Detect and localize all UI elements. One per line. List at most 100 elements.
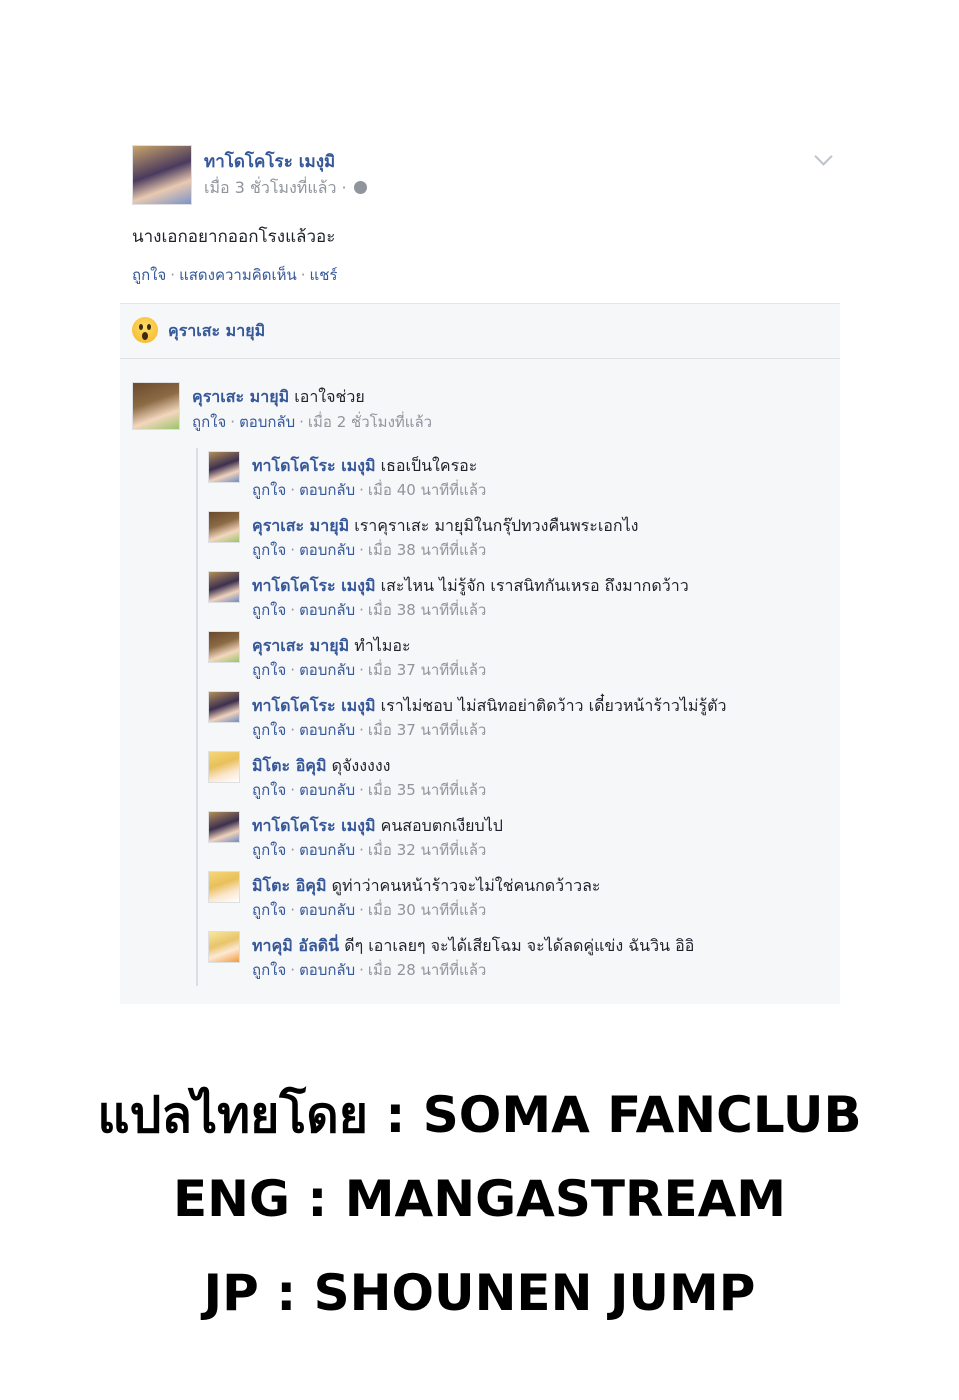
separator: · xyxy=(290,961,296,979)
reply-link[interactable]: ตอบกลับ xyxy=(299,601,355,619)
separator: · xyxy=(290,901,296,919)
reply-time[interactable]: เมื่อ 40 นาทีที่แล้ว xyxy=(368,481,486,499)
reply-link[interactable]: ตอบกลับ xyxy=(299,541,355,559)
reply-text: เราไม่ชอบ ไม่สนิทอย่าติดว้าว เดี๋ยวหน้าร… xyxy=(380,696,727,715)
replier-name[interactable]: ทาโดโคโระ เมงุมิ xyxy=(252,576,376,595)
reply-link[interactable]: ตอบกลับ xyxy=(299,841,355,859)
replier-name[interactable]: ทาคุมิ อัลดินี่ xyxy=(252,936,339,955)
reply-comment: ทาโดโคโระ เมงุมิ เสะไหน ไม่รู้จัก เราสนิ… xyxy=(208,571,828,623)
comments-area: คุราเสะ มายุมิ คุราเสะ มายุมิ เอาใจช่วย … xyxy=(120,303,840,1004)
commenter-name[interactable]: คุราเสะ มายุมิ xyxy=(192,387,289,406)
separator: · xyxy=(359,721,364,739)
replier-name[interactable]: คุราเสะ มายุมิ xyxy=(252,516,349,535)
replier-name[interactable]: มิโตะ อิคุมิ xyxy=(252,876,327,895)
reply-thread-line xyxy=(196,448,198,986)
reply-text: คนสอบตกเงียบไป xyxy=(380,816,503,835)
like-link[interactable]: ถูกใจ xyxy=(252,901,286,919)
replier-avatar[interactable] xyxy=(208,931,240,963)
like-link[interactable]: ถูกใจ xyxy=(192,413,226,431)
reply-time[interactable]: เมื่อ 28 นาทีที่แล้ว xyxy=(368,961,486,979)
separator: · xyxy=(290,841,296,859)
like-link[interactable]: ถูกใจ xyxy=(252,661,286,679)
reply-link[interactable]: ตอบกลับ xyxy=(299,901,355,919)
reply-time[interactable]: เมื่อ 38 นาทีที่แล้ว xyxy=(368,541,486,559)
separator: · xyxy=(359,961,364,979)
reply-link[interactable]: ตอบกลับ xyxy=(299,481,355,499)
post-text: นางเอกอยากออกโรงแล้วอะ xyxy=(132,227,336,247)
reply-text: เราคุราเสะ มายุมิในกรุ๊ปทวงคืนพระเอกไง xyxy=(354,516,639,535)
facebook-post: ทาโดโคโระ เมงุมิ เมื่อ 3 ชั่วโมงที่แล้ว … xyxy=(120,130,840,1004)
reply-comment: ทาคุมิ อัลดินี่ ดีๆ เอาเลยๆ จะได้เสียโฉม… xyxy=(208,931,828,983)
reactor-name[interactable]: คุราเสะ มายุมิ xyxy=(168,319,265,344)
author-avatar[interactable] xyxy=(132,145,192,205)
reply-comment: ทาโดโคโระ เมงุมิ เราไม่ชอบ ไม่สนิทอย่าติ… xyxy=(208,691,828,743)
like-link[interactable]: ถูกใจ xyxy=(252,781,286,799)
replier-name[interactable]: ทาโดโคโระ เมงุมิ xyxy=(252,816,376,835)
comment-text: เอาใจช่วย xyxy=(294,387,365,406)
replier-name[interactable]: คุราเสะ มายุมิ xyxy=(252,636,349,655)
reply-time[interactable]: เมื่อ 35 นาทีที่แล้ว xyxy=(368,781,486,799)
separator: · xyxy=(290,541,296,559)
separator: · xyxy=(359,661,364,679)
reply-link[interactable]: ตอบกลับ xyxy=(299,661,355,679)
like-link[interactable]: ถูกใจ xyxy=(252,961,286,979)
separator: · xyxy=(290,601,296,619)
replier-name[interactable]: มิโตะ อิคุมิ xyxy=(252,756,327,775)
reply-time[interactable]: เมื่อ 38 นาทีที่แล้ว xyxy=(368,601,486,619)
author-name[interactable]: ทาโดโคโระ เมงุมิ xyxy=(204,148,335,175)
separator: · xyxy=(290,661,296,679)
like-link[interactable]: ถูกใจ xyxy=(252,721,286,739)
reactions-bar: คุราเสะ มายุมิ xyxy=(120,304,840,359)
like-link[interactable]: ถูกใจ xyxy=(252,481,286,499)
reply-text: เสะไหน ไม่รู้จัก เราสนิทกันเหรอ ถึงมากดว… xyxy=(380,576,689,595)
reply-link[interactable]: ตอบกลับ xyxy=(299,721,355,739)
reply-comment: มิโตะ อิคุมิ ดูท่าว่าคนหน้าร้าวจะไม่ใช่ค… xyxy=(208,871,828,923)
comment-time[interactable]: เมื่อ 2 ชั่วโมงที่แล้ว xyxy=(308,413,432,431)
reply-time[interactable]: เมื่อ 37 นาทีที่แล้ว xyxy=(368,661,486,679)
reply-text: ทำไมอะ xyxy=(354,636,411,655)
like-link[interactable]: ถูกใจ xyxy=(252,601,286,619)
like-link[interactable]: ถูกใจ xyxy=(252,541,286,559)
reply-link[interactable]: ตอบกลับ xyxy=(239,413,295,431)
reply-comment: ทาโดโคโระ เมงุมิ เธอเป็นใครอะ ถูกใจ · ตอบกล… xyxy=(208,451,828,503)
reply-time[interactable]: เมื่อ 30 นาทีที่แล้ว xyxy=(368,901,486,919)
separator: · xyxy=(290,781,296,799)
separator: · xyxy=(359,481,364,499)
reply-comment: คุราเสะ มายุมิ ทำไมอะ ถูกใจ · ตอบกลับ · เมื่อ… xyxy=(208,631,828,683)
separator: · xyxy=(300,266,306,284)
replier-avatar[interactable] xyxy=(208,451,240,483)
comment-link[interactable]: แสดงความคิดเห็น xyxy=(179,266,297,284)
replier-avatar[interactable] xyxy=(208,511,240,543)
reply-text: ดูท่าว่าคนหน้าร้าวจะไม่ใช่คนกดว้าวละ xyxy=(331,876,601,895)
separator: · xyxy=(359,601,364,619)
post-time-text[interactable]: เมื่อ 3 ชั่วโมงที่แล้ว · xyxy=(204,178,347,197)
post-actions: ถูกใจ · แสดงความคิดเห็น · แชร์ xyxy=(132,263,337,287)
reply-link[interactable]: ตอบกลับ xyxy=(299,781,355,799)
reply-comment: มิโตะ อิคุมิ ดุจังงงงง ถูกใจ · ตอบกลับ · เมื่… xyxy=(208,751,828,803)
replier-avatar[interactable] xyxy=(208,691,240,723)
credit-japanese: JP : SHOUNEN JUMP xyxy=(203,1264,756,1322)
separator: · xyxy=(290,721,296,739)
wow-reaction-icon[interactable] xyxy=(132,317,158,343)
replier-avatar[interactable] xyxy=(208,571,240,603)
replier-avatar[interactable] xyxy=(208,751,240,783)
replier-avatar[interactable] xyxy=(208,811,240,843)
post-header: ทาโดโคโระ เมงุมิ เมื่อ 3 ชั่วโมงที่แล้ว … xyxy=(120,130,840,210)
reply-time[interactable]: เมื่อ 37 นาทีที่แล้ว xyxy=(368,721,486,739)
reply-time[interactable]: เมื่อ 32 นาทีที่แล้ว xyxy=(368,841,486,859)
like-link[interactable]: ถูกใจ xyxy=(252,841,286,859)
separator: · xyxy=(359,901,364,919)
comment: คุราเสะ มายุมิ เอาใจช่วย ถูกใจ · ตอบกลับ · เ… xyxy=(132,382,832,434)
separator: · xyxy=(359,541,364,559)
reply-link[interactable]: ตอบกลับ xyxy=(299,961,355,979)
chevron-down-icon[interactable] xyxy=(814,147,833,166)
like-link[interactable]: ถูกใจ xyxy=(132,266,166,284)
replier-avatar[interactable] xyxy=(208,631,240,663)
credit-translator: แปลไทยโดย : SOMA FANCLUB xyxy=(97,1086,862,1144)
share-link[interactable]: แชร์ xyxy=(310,266,338,284)
reply-comment: คุราเสะ มายุมิ เราคุราเสะ มายุมิในกรุ๊ปท… xyxy=(208,511,828,563)
commenter-avatar[interactable] xyxy=(132,382,180,430)
replier-name[interactable]: ทาโดโคโระ เมงุมิ xyxy=(252,456,376,475)
replier-avatar[interactable] xyxy=(208,871,240,903)
replier-name[interactable]: ทาโดโคโระ เมงุมิ xyxy=(252,696,376,715)
